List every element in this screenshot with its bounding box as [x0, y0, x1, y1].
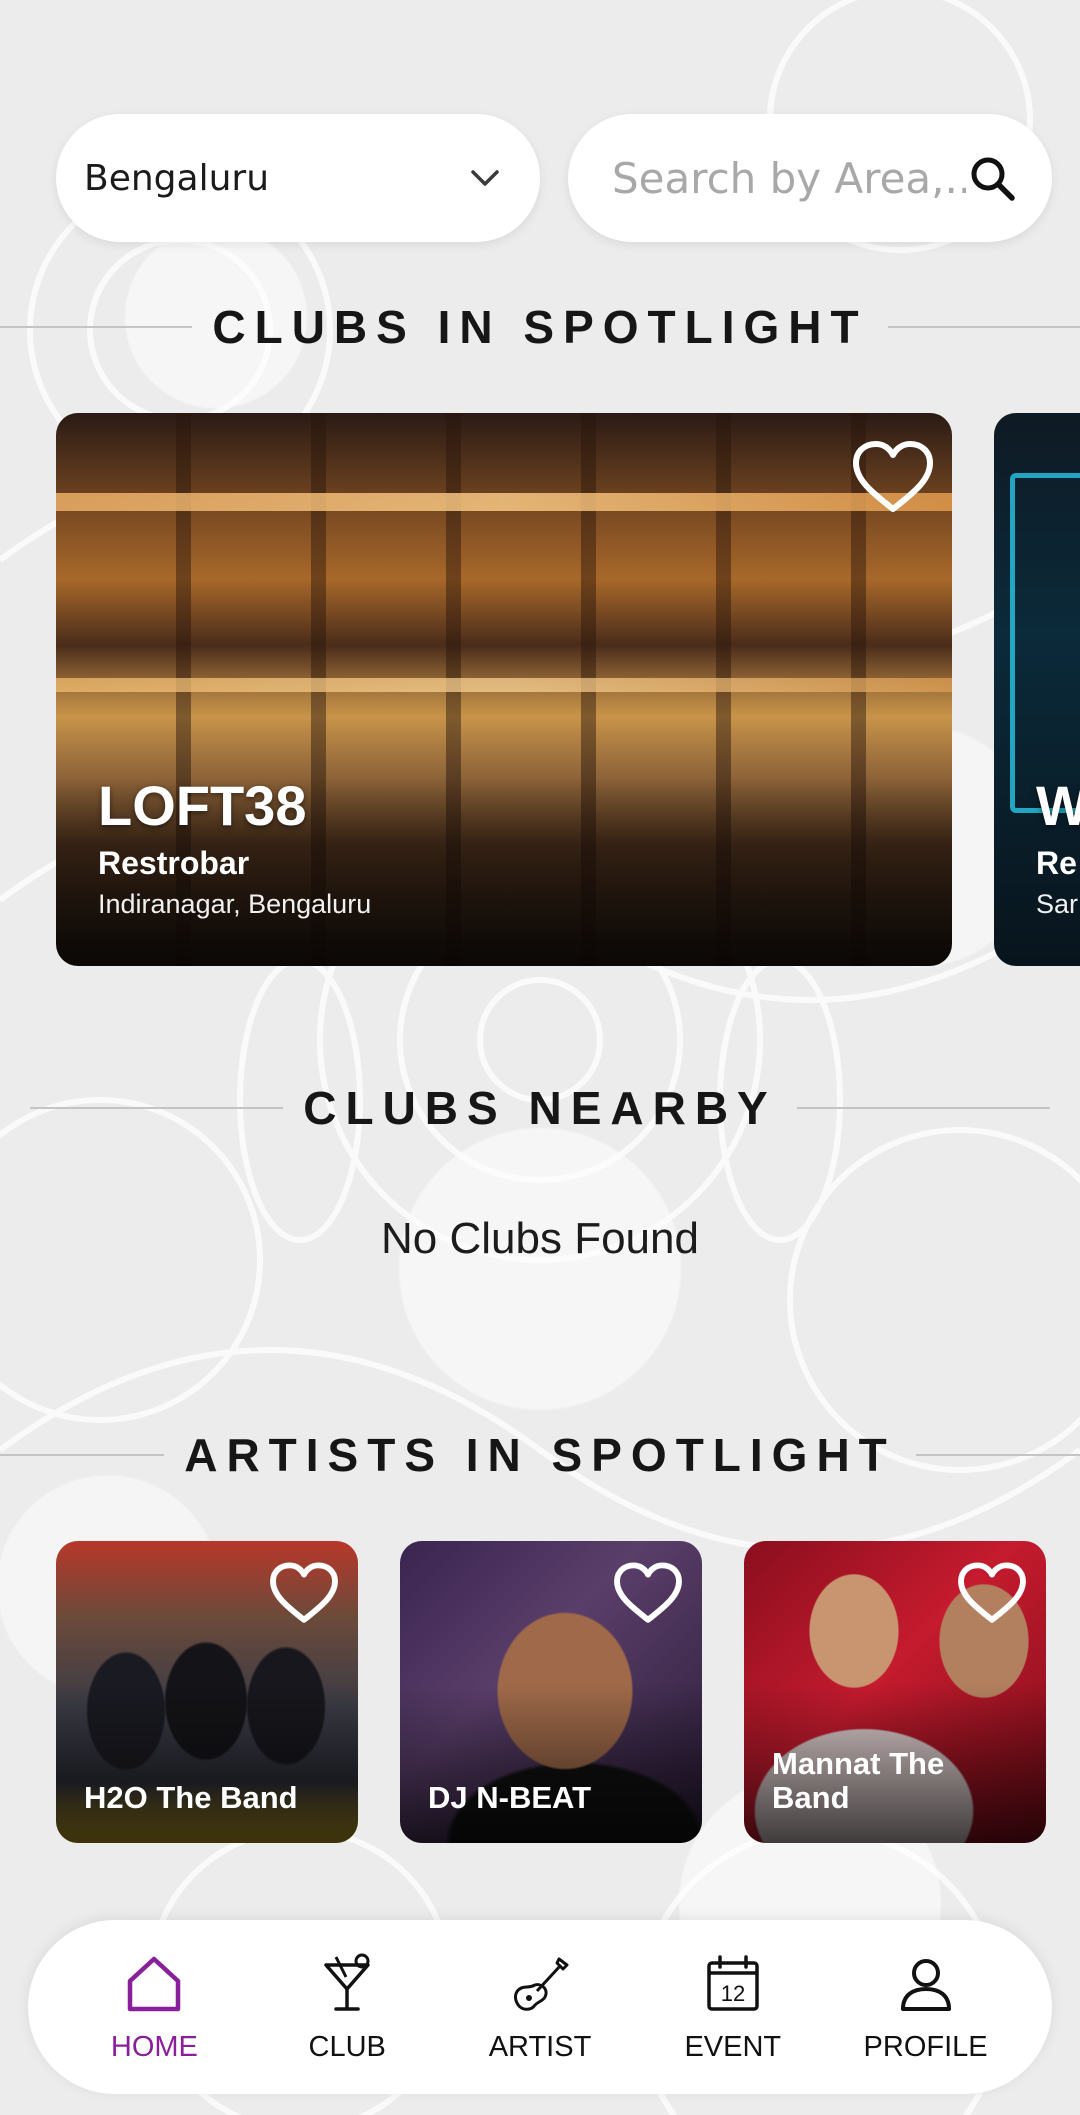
search-bar[interactable]: [568, 114, 1052, 242]
city-selector-value: Bengaluru: [84, 157, 270, 199]
home-icon: [128, 1956, 181, 2011]
nav-item-profile[interactable]: PROFILE: [846, 1951, 1006, 2064]
club-type: Restrobar: [98, 845, 250, 881]
search-input[interactable]: [610, 152, 968, 204]
spotlight-club-card[interactable]: LOFT38 Restrobar Indiranagar, Bengaluru: [56, 413, 952, 966]
search-icon[interactable]: [968, 154, 1016, 202]
club-name: W: [1036, 774, 1080, 837]
nav-label: HOME: [110, 2030, 198, 2063]
city-selector[interactable]: Bengaluru: [56, 114, 540, 242]
bottom-nav: HOME CLUB ARTIST 12 EVENT PROFILE: [28, 1920, 1052, 2094]
divider: [30, 1107, 284, 1109]
artist-name: DJ N-BEAT: [428, 1780, 592, 1815]
card-gradient: [400, 1683, 702, 1843]
empty-state-message: No Clubs Found: [381, 1214, 699, 1263]
card-image: [1010, 473, 1080, 813]
calendar-icon: 12: [707, 1954, 759, 2011]
section-header-clubs-spotlight: CLUBS IN SPOTLIGHT: [0, 300, 1080, 354]
nav-item-club[interactable]: CLUB: [267, 1951, 427, 2064]
divider: [0, 1454, 165, 1456]
guitar-icon: [513, 1957, 569, 2011]
chevron-down-icon: [471, 170, 499, 186]
user-icon: [900, 1958, 951, 2011]
artist-name: Mannat The Band: [772, 1746, 945, 1815]
nav-label: CLUB: [308, 2030, 386, 2063]
section-header-artists-spotlight: ARTISTS IN SPOTLIGHT: [0, 1428, 1080, 1482]
artist-card[interactable]: H2O The Band: [56, 1541, 358, 1843]
heart-icon[interactable]: [268, 1561, 340, 1625]
artist-card[interactable]: Mannat The Band: [744, 1541, 1046, 1843]
heart-icon[interactable]: [956, 1561, 1028, 1625]
section-header-clubs-nearby: CLUBS NEARBY: [0, 1081, 1080, 1135]
artist-name: H2O The Band: [84, 1780, 298, 1815]
nav-label: EVENT: [684, 2030, 782, 2063]
divider: [0, 326, 193, 328]
section-title: CLUBS NEARBY: [303, 1082, 777, 1134]
section-title: CLUBS IN SPOTLIGHT: [212, 301, 868, 353]
section-title: ARTISTS IN SPOTLIGHT: [184, 1429, 896, 1481]
divider: [887, 326, 1080, 328]
club-type: Re: [1036, 845, 1077, 881]
heart-icon[interactable]: [850, 439, 936, 515]
spotlight-club-card[interactable]: W Re Sar: [994, 413, 1080, 966]
cocktail-icon: [324, 1953, 370, 2011]
divider: [915, 1454, 1080, 1456]
nav-item-event[interactable]: 12 EVENT: [653, 1951, 813, 2064]
club-name: LOFT38: [98, 774, 307, 837]
club-location: Indiranagar, Bengaluru: [98, 889, 372, 919]
nav-label: PROFILE: [863, 2030, 988, 2063]
calendar-day-number: 12: [721, 1981, 745, 2006]
card-gradient: [56, 1683, 358, 1843]
nav-item-artist[interactable]: ARTIST: [460, 1951, 620, 2064]
nav-item-home[interactable]: HOME: [74, 1951, 234, 2064]
divider: [796, 1107, 1050, 1109]
club-location: Sar: [1036, 889, 1079, 919]
heart-icon[interactable]: [612, 1561, 684, 1625]
artist-card[interactable]: DJ N-BEAT: [400, 1541, 702, 1843]
nav-label: ARTIST: [488, 2030, 592, 2063]
